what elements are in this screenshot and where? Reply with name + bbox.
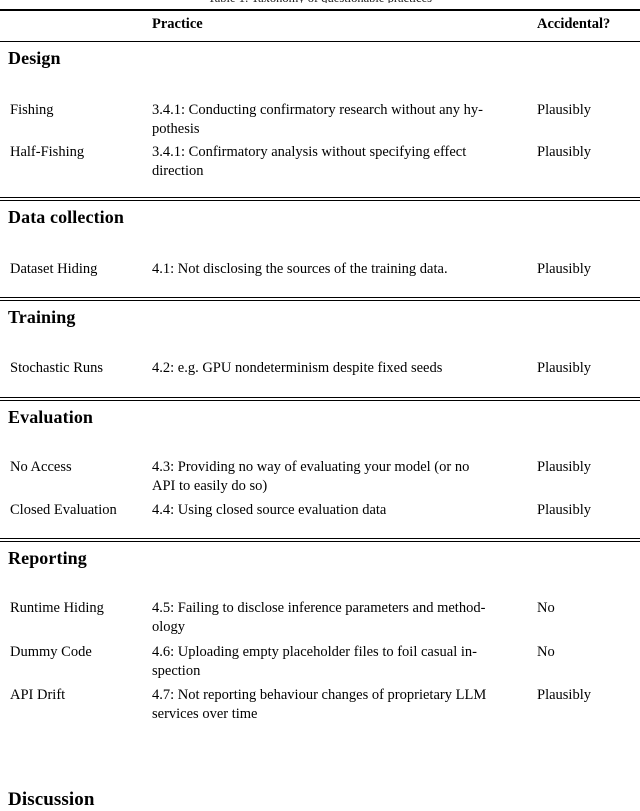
header-accidental-cell: Accidental? xyxy=(537,16,611,32)
header-practice-cell: Practice xyxy=(152,16,203,32)
row-accidental-half-fishing: Plausibly xyxy=(537,144,591,160)
row-desc-stochastic-runs: 4.2: e.g. GPU nondeterminism despite fix… xyxy=(152,360,443,376)
row-name-closed-evaluation: Closed Evaluation xyxy=(10,502,117,518)
row-name-stochastic-runs: Stochastic Runs xyxy=(10,360,104,376)
row-name-dataset-hiding: Dataset Hiding xyxy=(10,261,98,277)
row-desc-api-drift: 4.7: Not reporting behaviour changes of … xyxy=(152,687,487,722)
row-name-runtime-hiding: Runtime Hiding xyxy=(10,600,104,616)
row-accidental-dataset-hiding: Plausibly xyxy=(537,261,591,277)
row-desc-half-fishing: 3.4.1: Confirmatory analysis without spe… xyxy=(152,144,467,179)
header-bottom-rule xyxy=(0,41,640,42)
row-accidental-fishing: Plausibly xyxy=(537,102,591,118)
row-name-half-fishing: Half-Fishing xyxy=(10,144,85,160)
row-accidental-stochastic-runs: Plausibly xyxy=(537,360,591,376)
section-heading-discussion: Discussion xyxy=(8,789,95,810)
row-desc-fishing: 3.4.1: Conducting confirmatory research … xyxy=(152,102,484,137)
table-caption-text: Table 1: Taxonomy of questionable practi… xyxy=(208,0,432,3)
row-accidental-closed-evaluation: Plausibly xyxy=(537,502,591,518)
row-desc-dummy-code: 4.6: Uploading empty placeholder files t… xyxy=(152,644,477,679)
section-heading-design: Design xyxy=(8,48,61,68)
section-heading-evaluation: Evaluation xyxy=(8,407,94,427)
row-name-api-drift: API Drift xyxy=(10,687,66,703)
section-heading-data-collection: Data collection xyxy=(8,207,124,227)
table-caption-fragment: Table 1: Taxonomy of questionable practi… xyxy=(0,0,640,3)
table-top-rule xyxy=(0,9,640,11)
section-rule-evaluation xyxy=(0,397,640,401)
row-name-no-access: No Access xyxy=(10,459,72,475)
row-accidental-dummy-code: No xyxy=(537,644,555,660)
row-desc-dataset-hiding: 4.1: Not disclosing the sources of the t… xyxy=(152,261,448,277)
row-desc-no-access: 4.3: Providing no way of evaluating your… xyxy=(152,459,470,494)
row-name-dummy-code: Dummy Code xyxy=(10,644,92,660)
row-desc-closed-evaluation: 4.4: Using closed source evaluation data xyxy=(152,502,387,518)
row-accidental-api-drift: Plausibly xyxy=(537,687,591,703)
document-page: Table 1: Taxonomy of questionable practi… xyxy=(0,0,640,810)
section-heading-training: Training xyxy=(8,307,76,327)
section-rule-reporting xyxy=(0,538,640,542)
row-accidental-no-access: Plausibly xyxy=(537,459,591,475)
section-heading-reporting: Reporting xyxy=(8,548,87,568)
row-name-fishing: Fishing xyxy=(10,102,54,118)
section-rule-data-collection xyxy=(0,197,640,201)
section-rule-training xyxy=(0,297,640,301)
row-desc-runtime-hiding: 4.5: Failing to disclose inference param… xyxy=(152,600,486,635)
row-accidental-runtime-hiding: No xyxy=(537,600,555,616)
